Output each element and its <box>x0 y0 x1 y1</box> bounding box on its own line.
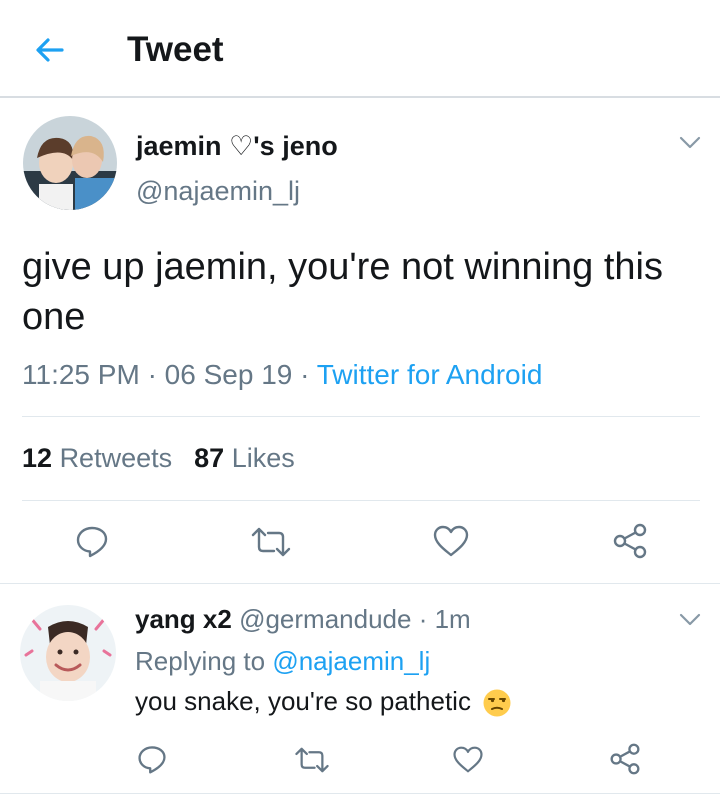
heart-icon[interactable] <box>452 745 484 774</box>
meta-separator: · <box>418 604 428 634</box>
author-name[interactable]: jaemin ♡'s jeno <box>136 131 338 162</box>
author-handle[interactable]: @najaemin_lj <box>136 176 300 207</box>
heart-icon[interactable] <box>432 524 470 558</box>
tweet-source-link[interactable]: Twitter for Android <box>317 359 543 390</box>
divider <box>22 416 700 417</box>
reply-icon[interactable] <box>74 523 110 559</box>
reply-display-name[interactable]: yang x2 <box>135 604 232 634</box>
chevron-down-icon[interactable] <box>679 136 701 150</box>
likes-label: Likes <box>231 443 295 473</box>
divider <box>0 583 720 584</box>
author-avatar[interactable] <box>23 116 117 210</box>
divider <box>0 793 720 794</box>
page-title: Tweet <box>127 30 224 69</box>
retweet-icon[interactable] <box>249 525 293 559</box>
author-display-name: jaemin ♡'s jeno <box>136 131 338 161</box>
retweets-stat[interactable]: 12 Retweets <box>22 443 172 473</box>
reply-text-row: you snake, you're so pathetic <box>135 686 512 718</box>
replying-to-mention[interactable]: @najaemin_lj <box>272 646 430 676</box>
meta-separator: · <box>300 359 310 390</box>
replying-to: Replying to @najaemin_lj <box>135 646 430 677</box>
reply-header: yang x2 @germandude · 1m <box>135 604 471 635</box>
heart-symbol: ♡ <box>229 131 254 161</box>
retweets-label: Retweets <box>59 443 173 473</box>
retweet-icon[interactable] <box>293 745 331 775</box>
likes-stat[interactable]: 87 Likes <box>194 443 295 473</box>
reply-icon[interactable] <box>136 743 168 775</box>
meta-separator: · <box>147 359 157 390</box>
tweet-meta: 11:25 PM · 06 Sep 19 · Twitter for Andro… <box>22 359 542 391</box>
top-app-bar: Tweet <box>0 0 720 98</box>
replying-to-label: Replying to <box>135 646 266 676</box>
chevron-down-icon[interactable] <box>679 613 701 627</box>
unamused-face-icon <box>483 689 511 717</box>
back-arrow-icon[interactable] <box>32 32 68 68</box>
tweet-date: 06 Sep 19 <box>164 359 293 390</box>
reply-author-avatar[interactable] <box>20 605 116 701</box>
tweet-text: give up jaemin, you're not winning this … <box>22 246 663 338</box>
retweets-count: 12 <box>22 443 53 473</box>
reply-time: 1m <box>434 604 471 634</box>
tweet-time: 11:25 PM <box>22 359 140 390</box>
reply-text: you snake, you're so pathetic <box>135 686 471 716</box>
share-icon[interactable] <box>609 743 641 775</box>
reply-handle[interactable]: @germandude <box>239 604 411 634</box>
divider <box>22 500 700 501</box>
likes-count: 87 <box>194 443 225 473</box>
tweet-stats: 12 Retweets 87 Likes <box>22 443 295 474</box>
share-icon[interactable] <box>612 523 648 559</box>
